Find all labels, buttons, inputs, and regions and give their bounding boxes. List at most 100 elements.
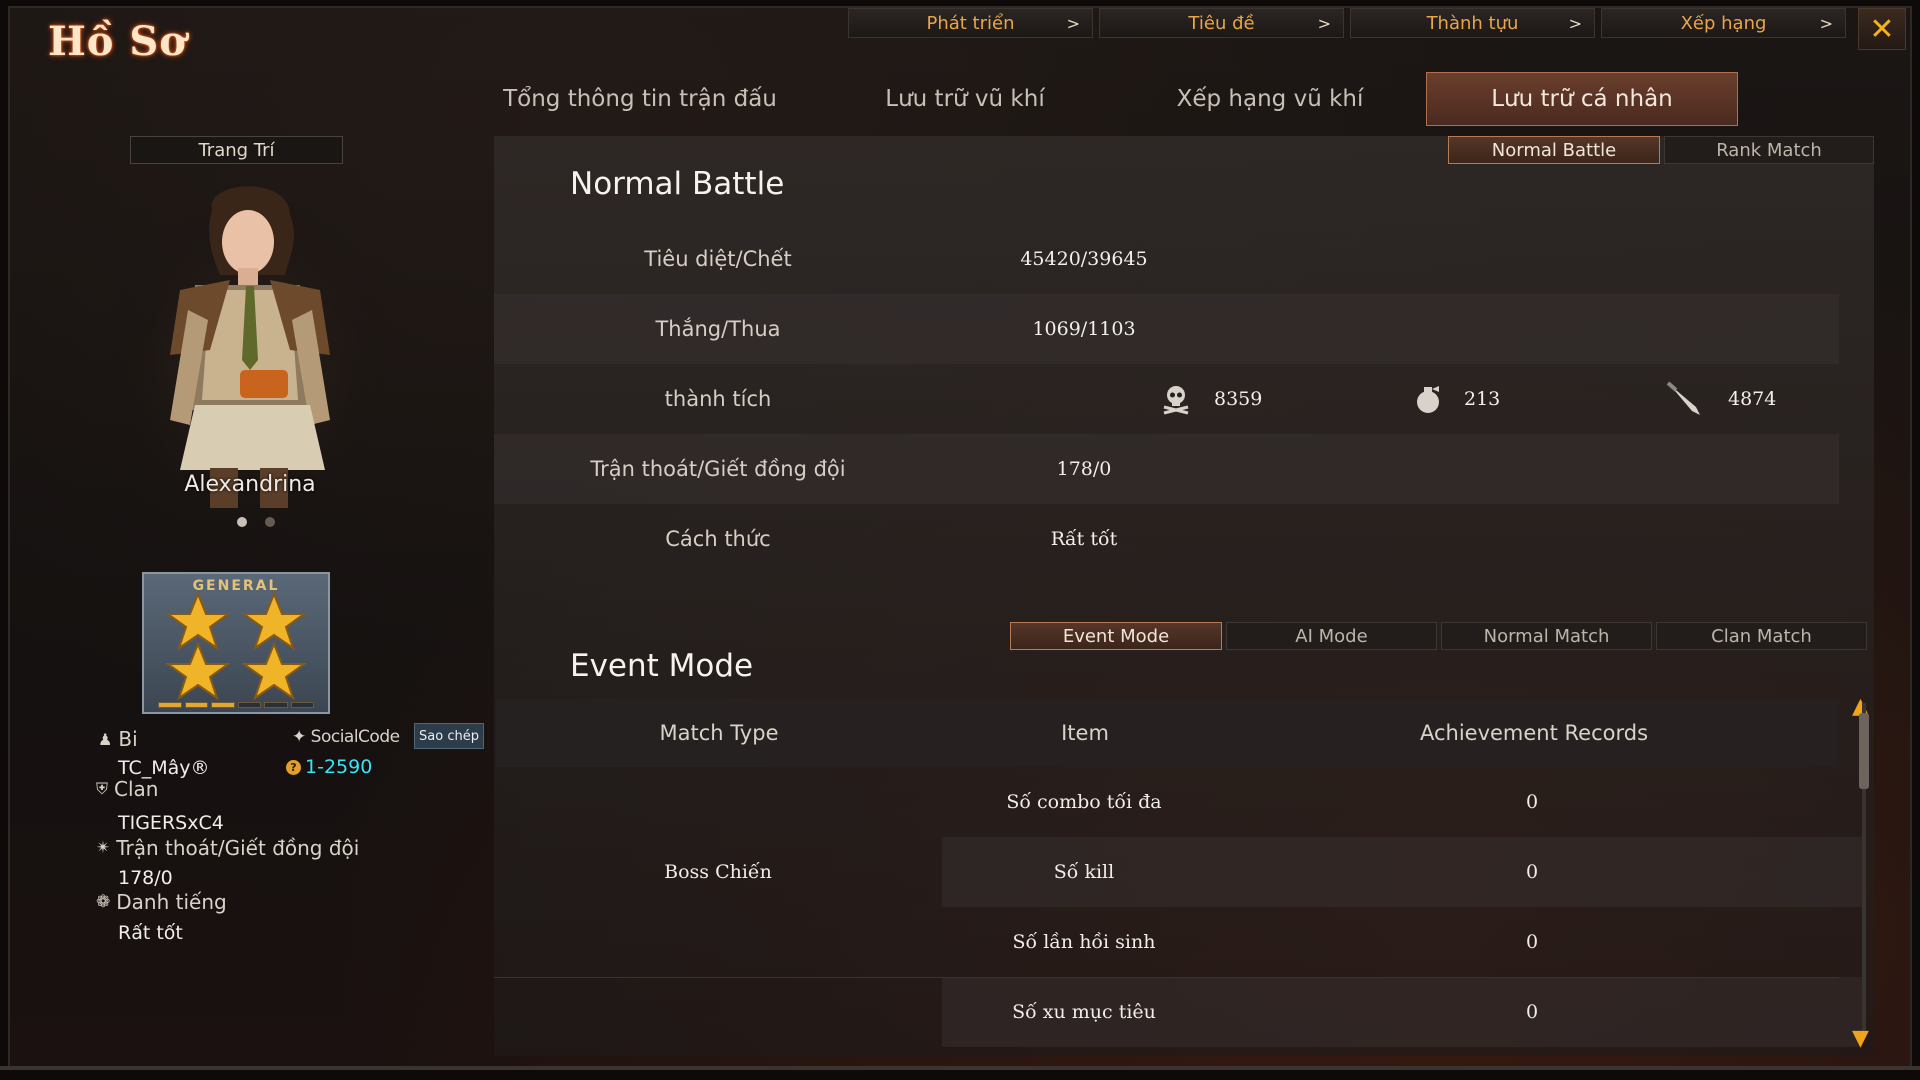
tab-rank-match[interactable]: Rank Match: [1664, 136, 1874, 164]
social-code-label-text: SocialCode: [310, 727, 400, 747]
close-icon: ✕: [1869, 11, 1895, 47]
item-cell: Số xu mục tiêu: [1012, 1001, 1156, 1023]
user-icon: ♟: [98, 729, 113, 749]
top-menu-label: Tiêu đề: [1188, 12, 1255, 34]
stat-value: Rất tốt: [1050, 528, 1118, 550]
pager-dot-active[interactable]: [237, 517, 247, 527]
stat-label: thành tích: [664, 387, 772, 411]
top-menu-label: Phát triển: [926, 12, 1015, 34]
column-header: Match Type: [659, 721, 779, 745]
chevron-right-icon: >: [1317, 13, 1331, 33]
shield-icon: ⛨: [96, 779, 109, 798]
chevron-right-icon: >: [1066, 13, 1080, 33]
tab-ai-mode[interactable]: AI Mode: [1226, 622, 1437, 650]
headshot-stat: 8359: [1160, 364, 1262, 434]
top-menu: Phát triển > Tiêu đề > Thành tựu > Xếp h…: [848, 8, 1846, 38]
headshot-count: 8359: [1214, 388, 1263, 410]
table-row: Số lần hồi sinh 0: [942, 907, 1862, 977]
grenade-count: 213: [1464, 388, 1501, 410]
stat-value: 45420/39645: [1020, 248, 1148, 270]
stat-value: 178/0: [1056, 458, 1112, 480]
top-menu-ranking[interactable]: Xếp hạng >: [1601, 8, 1846, 38]
grenade-icon: [1417, 386, 1439, 413]
character-preview[interactable]: Alexandrina: [100, 180, 400, 540]
fame-value: Rất tốt: [118, 922, 183, 944]
stat-label: Tiêu diệt/Chết: [644, 247, 792, 271]
stat-label: Cách thức: [665, 527, 771, 551]
tab-normal-match[interactable]: Normal Match: [1441, 622, 1652, 650]
fame-label-text: Danh tiếng: [116, 890, 227, 914]
stat-row-manner: Cách thức Rất tốt: [494, 504, 1839, 574]
top-menu-development[interactable]: Phát triển >: [848, 8, 1093, 38]
record-cell: 0: [1525, 791, 1539, 813]
grenade-stat: 213: [1414, 364, 1500, 434]
escape-label-text: Trận thoát/Giết đồng đội: [116, 836, 360, 860]
clan-label-text: Clan: [114, 777, 159, 801]
column-header: Item: [1061, 721, 1109, 745]
table-row: Số xu mục tiêu 0: [942, 977, 1862, 1047]
escape-label: ✴ Trận thoát/Giết đồng đội: [96, 836, 359, 860]
battle-type-tabs: Normal Battle Rank Match: [1448, 136, 1874, 164]
knife-stat: 4874: [1666, 364, 1776, 434]
skull-icon: [1163, 386, 1189, 415]
rank-stars-icon: [164, 592, 308, 701]
tab-match-overview[interactable]: Tổng thông tin trận đấu: [490, 72, 790, 126]
social-code-value: ? 1-2590: [286, 756, 372, 778]
rank-badge: GENERAL: [142, 572, 330, 714]
stat-row-escape: Trận thoát/Giết đồng đội 178/0: [494, 434, 1839, 504]
scrollbar-thumb[interactable]: [1859, 713, 1869, 789]
clan-value: TIGERSxC4: [118, 812, 224, 834]
top-menu-label: Thành tựu: [1426, 12, 1519, 34]
social-code-text: 1-2590: [305, 756, 373, 778]
column-header: Achievement Records: [1419, 721, 1649, 745]
nickname-value: TC_Mây®: [118, 757, 210, 779]
stat-label: Thắng/Thua: [655, 317, 781, 341]
top-menu-label: Xếp hạng: [1680, 12, 1767, 34]
decor-button[interactable]: Trang Trí: [130, 136, 343, 164]
top-menu-achievements[interactable]: Thành tựu >: [1350, 8, 1595, 38]
top-menu-titles[interactable]: Tiêu đề >: [1099, 8, 1344, 38]
tab-event-mode[interactable]: Event Mode: [1010, 622, 1222, 650]
stat-row-wl: Thắng/Thua 1069/1103: [494, 294, 1839, 364]
table-row: Số combo tối đa 0: [942, 767, 1862, 837]
clan-label: ⛨ Clan: [96, 777, 158, 801]
tab-weapon-ranking[interactable]: Xếp hạng vũ khí: [1160, 72, 1380, 126]
table-row: Số kill 0: [942, 837, 1862, 907]
knife-icon: [1666, 381, 1700, 415]
event-table-header: Match Type Item Achievement Records: [496, 699, 1839, 767]
stat-value: 1069/1103: [1032, 318, 1136, 340]
item-cell: Số combo tối đa: [1006, 791, 1162, 813]
match-type-value: Boss Chiến: [664, 861, 772, 883]
character-portrait: [110, 186, 390, 510]
stat-row-kd: Tiêu diệt/Chết 45420/39645: [494, 224, 1839, 294]
escape-value: 178/0: [118, 867, 173, 889]
item-cell: Số kill: [1053, 861, 1115, 883]
tab-weapon-archive[interactable]: Lưu trữ vũ khí: [860, 72, 1070, 126]
mode-tabs: Event Mode AI Mode Normal Match Clan Mat…: [1010, 622, 1867, 650]
pager-dot[interactable]: [265, 517, 275, 527]
character-pager: [228, 512, 284, 531]
nickname-label: ♟ Bi: [98, 727, 138, 751]
record-cell: 0: [1525, 1001, 1539, 1023]
character-name: Alexandrina: [184, 472, 316, 497]
coin-icon: ?: [286, 759, 301, 775]
personal-archive-panel: Normal Battle Rank Match Normal Battle T…: [494, 136, 1874, 1056]
knife-count: 4874: [1728, 388, 1777, 410]
laurel-icon: ❁: [96, 892, 111, 912]
social-code-label: ✦ SocialCode: [292, 727, 400, 747]
scroll-down-icon[interactable]: ▼: [1852, 1026, 1869, 1051]
fame-label: ❁ Danh tiếng: [96, 890, 227, 914]
rank-progress: [158, 702, 314, 708]
close-button[interactable]: ✕: [1858, 8, 1906, 50]
running-icon: ✴: [96, 838, 111, 858]
window-title: Hồ Sơ: [48, 18, 187, 65]
tab-personal-archive[interactable]: Lưu trữ cá nhân: [1426, 72, 1738, 126]
tab-normal-battle[interactable]: Normal Battle: [1448, 136, 1660, 164]
item-cell: Số lần hồi sinh: [1012, 931, 1156, 953]
record-cell: 0: [1525, 931, 1539, 953]
normal-battle-title: Normal Battle: [570, 166, 785, 202]
copy-button[interactable]: Sao chép: [414, 723, 484, 749]
chevron-right-icon: >: [1568, 13, 1582, 33]
tab-clan-match[interactable]: Clan Match: [1656, 622, 1867, 650]
bottom-border: [0, 1066, 1920, 1070]
